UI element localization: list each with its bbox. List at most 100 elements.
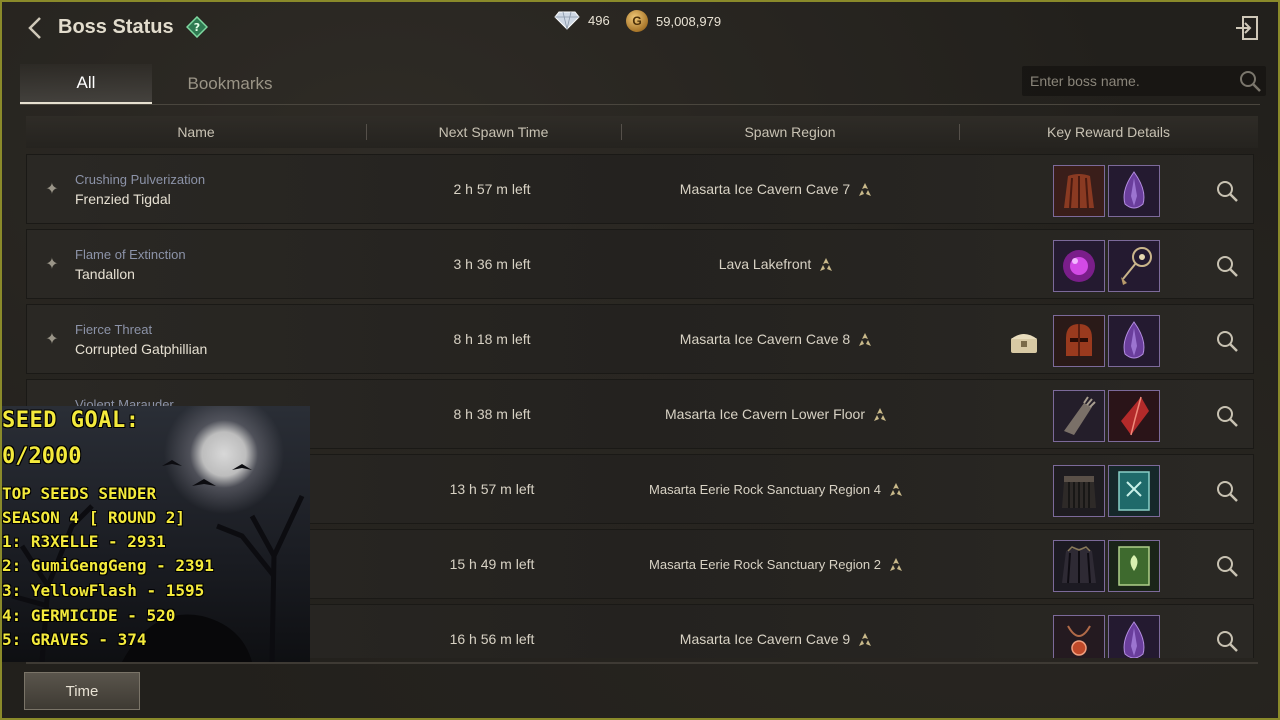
- column-header-name: Name: [177, 124, 215, 140]
- stream-overlay: SEED GOAL: 0/2000 TOP SEEDS SENDER SEASO…: [2, 406, 310, 662]
- spawn-region: Masarta Ice Cavern Cave 7: [627, 181, 927, 199]
- purple-orb-reward-icon[interactable]: [1053, 240, 1105, 292]
- overlay-line: 5: GRAVES - 374: [2, 630, 147, 649]
- top-bar: Boss Status ? 496 G 59,008,979: [2, 2, 1278, 56]
- magnify-icon[interactable]: [1215, 479, 1239, 503]
- search-icon: [1240, 71, 1261, 92]
- region-marker-icon: [889, 558, 902, 572]
- seed-goal-count: 0/2000: [2, 444, 82, 469]
- exit-button[interactable]: [1234, 14, 1260, 42]
- necklace-reward-icon[interactable]: [1053, 615, 1105, 658]
- spawn-time: 3 h 36 m left: [453, 256, 531, 272]
- teal-book-reward-icon[interactable]: [1108, 465, 1160, 517]
- dark-cloak-reward-icon[interactable]: [1053, 540, 1105, 592]
- spawn-region-label: Masarta Ice Cavern Cave 7: [679, 181, 851, 197]
- exit-icon: [1236, 16, 1258, 40]
- spawn-region-label: Masarta Eerie Rock Sanctuary Region 2: [649, 557, 881, 572]
- spawn-region-label: Masarta Eerie Rock Sanctuary Region 4: [649, 482, 881, 497]
- boss-title: Fierce Threat: [75, 322, 153, 337]
- spawn-region: Masarta Ice Cavern Lower Floor: [627, 406, 927, 424]
- column-header-spawn-region: Spawn Region: [744, 124, 836, 140]
- region-marker-icon: [889, 483, 902, 497]
- search-button[interactable]: [1238, 69, 1262, 93]
- sparkle-icon: ✦: [45, 331, 59, 348]
- table-row[interactable]: ✦ Flame of Extinction Tandallon 3 h 36 m…: [26, 229, 1254, 299]
- spawn-region: Masarta Ice Cavern Cave 8: [627, 331, 927, 349]
- region-marker-icon: [820, 258, 833, 272]
- gold-currency: G 59,008,979: [626, 10, 721, 32]
- gold-coin-icon: G: [626, 10, 648, 32]
- region-marker-icon: [873, 408, 886, 422]
- gauntlet-reward-icon[interactable]: [1053, 390, 1105, 442]
- boss-name: Corrupted Gatphillian: [75, 341, 208, 357]
- magnify-icon[interactable]: [1215, 254, 1239, 278]
- spawn-region: Masarta Eerie Rock Sanctuary Region 4: [627, 481, 927, 499]
- spawn-region: Masarta Ice Cavern Cave 9: [627, 631, 927, 649]
- chevron-left-icon: [28, 17, 41, 39]
- help-button[interactable]: ?: [185, 15, 209, 39]
- tab-bookmarks[interactable]: Bookmarks: [170, 64, 290, 104]
- spawn-time: 13 h 57 m left: [449, 481, 535, 497]
- magnify-icon[interactable]: [1215, 179, 1239, 203]
- table-row[interactable]: ✦ Fierce Threat Corrupted Gatphillian 8 …: [26, 304, 1254, 374]
- region-marker-icon: [859, 333, 872, 347]
- spawn-time: 2 h 57 m left: [453, 181, 531, 197]
- spawn-time: 16 h 56 m left: [449, 631, 535, 647]
- region-marker-icon: [859, 183, 872, 197]
- help-diamond-icon: ?: [185, 15, 209, 39]
- helmet-reward-icon[interactable]: [1053, 315, 1105, 367]
- red-crystal-reward-icon[interactable]: [1108, 390, 1160, 442]
- spawn-region: Lava Lakefront: [627, 256, 927, 274]
- overlay-line: SEASON 4 [ ROUND 2]: [2, 508, 186, 527]
- spawn-time: 15 h 49 m left: [449, 556, 535, 572]
- region-marker-icon: [859, 633, 872, 647]
- table-header: Name Next Spawn Time Spawn Region Key Re…: [26, 116, 1258, 148]
- skirt-armor-reward-icon[interactable]: [1053, 465, 1105, 517]
- spawn-region-label: Masarta Ice Cavern Cave 9: [679, 631, 851, 647]
- spawn-region-label: Lava Lakefront: [718, 256, 812, 272]
- column-header-rewards: Key Reward Details: [1047, 124, 1170, 140]
- gem-currency: 496: [554, 10, 610, 30]
- green-book-reward-icon[interactable]: [1108, 540, 1160, 592]
- bottom-divider: [26, 662, 1258, 664]
- sparkle-icon: ✦: [45, 181, 59, 198]
- sparkle-icon: ✦: [45, 256, 59, 273]
- overlay-line: TOP SEEDS SENDER: [2, 484, 157, 503]
- time-sort-button[interactable]: Time: [24, 672, 140, 710]
- magnify-icon[interactable]: [1215, 629, 1239, 653]
- page-title: Boss Status: [58, 16, 174, 38]
- tab-divider: [20, 104, 1260, 105]
- purple-gem-reward-icon[interactable]: [1108, 165, 1160, 217]
- purple-gem-reward-icon[interactable]: [1108, 315, 1160, 367]
- search-input[interactable]: [1030, 70, 1230, 92]
- table-row[interactable]: ✦ Crushing Pulverization Frenzied Tigdal…: [26, 154, 1254, 224]
- tab-all[interactable]: All: [20, 64, 152, 104]
- overlay-line: 2: GumiGengGeng - 2391: [2, 556, 214, 575]
- spawn-time: 8 h 38 m left: [453, 406, 531, 422]
- boss-name: Tandallon: [75, 266, 135, 282]
- gem-amount: 496: [588, 12, 610, 28]
- boss-name: Frenzied Tigdal: [75, 191, 171, 207]
- back-button[interactable]: [24, 14, 48, 42]
- spawn-region-label: Masarta Ice Cavern Lower Floor: [665, 406, 865, 422]
- magnify-icon[interactable]: [1215, 404, 1239, 428]
- column-header-spawn-time: Next Spawn Time: [438, 124, 549, 140]
- spawn-region-label: Masarta Ice Cavern Cave 8: [679, 331, 851, 347]
- spawn-region: Masarta Eerie Rock Sanctuary Region 2: [627, 556, 927, 574]
- purple-gem-reward-icon[interactable]: [1108, 615, 1160, 658]
- overlay-line: 3: YellowFlash - 1595: [2, 581, 205, 600]
- svg-text:?: ?: [194, 21, 200, 34]
- search-box: [1022, 66, 1266, 96]
- magnify-icon[interactable]: [1215, 554, 1239, 578]
- cloak-reward-icon[interactable]: [1053, 165, 1105, 217]
- gold-amount: 59,008,979: [656, 13, 722, 29]
- boss-title: Flame of Extinction: [75, 247, 186, 262]
- boss-title: Crushing Pulverization: [75, 172, 206, 187]
- treasure-chest-icon[interactable]: [1009, 329, 1039, 355]
- diamond-icon: [554, 11, 580, 30]
- magnify-icon[interactable]: [1215, 329, 1239, 353]
- amulet-reward-icon[interactable]: [1108, 240, 1160, 292]
- overlay-line: 1: R3XELLE - 2931: [2, 532, 166, 551]
- overlay-line: 4: GERMICIDE - 520: [2, 606, 176, 625]
- spawn-time: 8 h 18 m left: [453, 331, 531, 347]
